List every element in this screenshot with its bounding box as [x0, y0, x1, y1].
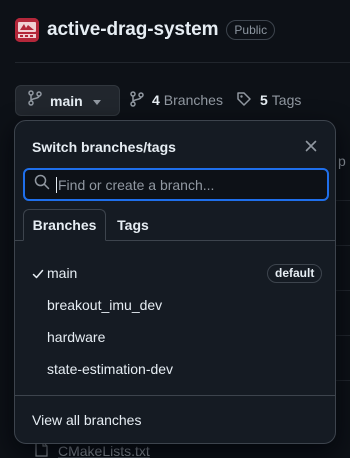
branch-name: breakout_imu_dev	[47, 297, 163, 313]
branches-link[interactable]: 4 Branches	[130, 90, 223, 110]
view-all-branches-link[interactable]: View all branches	[32, 412, 141, 428]
default-badge: default	[267, 263, 323, 283]
repo-header: active-drag-system Public	[15, 15, 276, 45]
background-partial-text: p	[338, 153, 346, 169]
tags-count: 5	[260, 92, 268, 108]
repo-name-link[interactable]: active-drag-system	[47, 19, 218, 41]
file-name-link[interactable]: CMakeLists.txt	[58, 443, 150, 458]
branch-switcher-dropdown: Switch branches/tags Branches Tags	[14, 120, 336, 444]
branch-item-main[interactable]: main default	[23, 257, 329, 289]
header-divider	[15, 62, 350, 63]
branch-search-box[interactable]	[23, 168, 329, 201]
branch-name: hardware	[47, 329, 106, 345]
search-icon	[34, 174, 50, 195]
tab-tags[interactable]: Tags	[110, 209, 156, 241]
tab-branches[interactable]: Branches	[23, 209, 106, 241]
triangle-down-icon	[92, 92, 101, 110]
tags-link[interactable]: 5 Tags	[236, 90, 301, 110]
check-icon	[32, 267, 44, 279]
branch-item-state-estimation-dev[interactable]: state-estimation-dev	[23, 353, 329, 385]
repo-avatar-icon[interactable]	[15, 18, 39, 42]
branches-count: 4	[152, 92, 160, 108]
tags-word: Tags	[271, 92, 302, 108]
git-branch-icon	[28, 90, 42, 111]
branch-name: state-estimation-dev	[47, 361, 174, 377]
branch-item-breakout-imu-dev[interactable]: breakout_imu_dev	[23, 289, 329, 321]
footer-divider	[15, 395, 335, 396]
git-branch-icon	[130, 90, 144, 110]
dropdown-title: Switch branches/tags	[32, 139, 176, 155]
branch-search-input[interactable]	[56, 176, 316, 193]
branch-selector-label: main	[50, 92, 83, 109]
close-icon[interactable]	[302, 137, 320, 155]
branches-word: Branches	[163, 92, 223, 108]
visibility-badge: Public	[226, 20, 276, 40]
branch-name: main	[47, 265, 78, 281]
repo-page: active-drag-system Public main 4 Branche…	[0, 0, 350, 458]
branch-selector-button[interactable]: main	[15, 85, 120, 116]
tag-icon	[236, 91, 252, 110]
branch-item-hardware[interactable]: hardware	[23, 321, 329, 353]
